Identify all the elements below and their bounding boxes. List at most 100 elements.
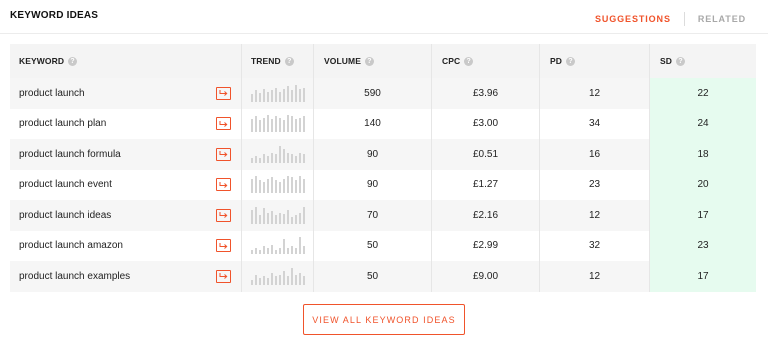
- trend-bar: [287, 115, 289, 133]
- trend-bar: [291, 153, 293, 163]
- trend-sparkline: [251, 237, 305, 255]
- keyword-cell: product launch event: [10, 169, 242, 200]
- table-row: product launch plan 140 £3.00 34 24: [10, 108, 756, 139]
- volume-cell: 50: [314, 230, 432, 261]
- help-icon[interactable]: ?: [676, 56, 686, 66]
- trend-bar: [263, 246, 265, 255]
- trend-sparkline: [251, 145, 305, 163]
- help-icon[interactable]: ?: [68, 56, 78, 66]
- trend-bar: [263, 153, 265, 163]
- trend-cell: [242, 200, 314, 231]
- view-all-keyword-ideas-button[interactable]: VIEW ALL KEYWORD IDEAS: [303, 304, 465, 335]
- trend-bar: [287, 176, 289, 194]
- column-header-volume[interactable]: VOLUME ?: [314, 44, 432, 78]
- trend-bar: [279, 118, 281, 133]
- tab-related[interactable]: RELATED: [698, 14, 746, 24]
- volume-cell: 90: [314, 169, 432, 200]
- trend-bar: [267, 248, 269, 255]
- pd-cell: 12: [540, 261, 650, 292]
- keyword-text[interactable]: product launch ideas: [19, 210, 111, 221]
- pd-cell: 32: [540, 230, 650, 261]
- column-header-keyword[interactable]: KEYWORD ?: [10, 44, 242, 78]
- trend-bar: [287, 209, 289, 224]
- sd-cell: 22: [650, 78, 756, 109]
- cpc-cell: £9.00: [432, 261, 540, 292]
- trend-bar: [287, 152, 289, 163]
- column-header-trend[interactable]: TREND ?: [242, 44, 314, 78]
- tab-bar: SUGGESTIONS RELATED: [595, 12, 746, 26]
- sd-cell: 23: [650, 230, 756, 261]
- sd-cell: 24: [650, 108, 756, 139]
- trend-bar: [283, 213, 285, 224]
- trend-bar: [267, 91, 269, 102]
- trend-bar: [271, 152, 273, 163]
- trend-bar: [251, 119, 253, 133]
- column-label-pd: PD: [550, 56, 563, 66]
- trend-bar: [279, 145, 281, 163]
- pd-cell: 23: [540, 169, 650, 200]
- arrow-turn-right-icon[interactable]: [216, 208, 231, 222]
- trend-bar: [263, 118, 265, 133]
- arrow-turn-right-icon[interactable]: [216, 239, 231, 253]
- trend-bar: [267, 277, 269, 285]
- trend-bar: [291, 89, 293, 102]
- trend-bar: [271, 210, 273, 224]
- trend-bar: [295, 119, 297, 133]
- trend-bar: [251, 93, 253, 102]
- column-header-pd[interactable]: PD ?: [540, 44, 650, 78]
- trend-bar: [283, 120, 285, 133]
- trend-bar: [303, 87, 305, 102]
- arrow-turn-right-icon[interactable]: [216, 269, 231, 283]
- table-row: product launch formula 90 £0.51 16 18: [10, 139, 756, 170]
- column-label-sd: SD: [660, 56, 673, 66]
- keyword-text[interactable]: product launch amazon: [19, 240, 123, 251]
- trend-bar: [251, 279, 253, 285]
- trend-bar: [259, 92, 261, 102]
- trend-bar: [303, 153, 305, 163]
- column-header-sd[interactable]: SD ?: [650, 44, 756, 78]
- help-icon[interactable]: ?: [284, 56, 294, 66]
- trend-bar: [251, 250, 253, 255]
- trend-bar: [299, 118, 301, 133]
- table-row: product launch event 90 £1.27 23 20: [10, 169, 756, 200]
- tab-suggestions[interactable]: SUGGESTIONS: [595, 14, 671, 24]
- trend-bar: [271, 272, 273, 285]
- column-header-cpc[interactable]: CPC ?: [432, 44, 540, 78]
- trend-bar: [271, 119, 273, 133]
- trend-bar: [295, 155, 297, 163]
- keyword-text[interactable]: product launch plan: [19, 118, 106, 129]
- arrow-turn-right-icon[interactable]: [216, 178, 231, 192]
- trend-bar: [255, 248, 257, 255]
- trend-bar: [255, 176, 257, 194]
- help-icon[interactable]: ?: [566, 56, 576, 66]
- trend-bar: [295, 248, 297, 255]
- column-label-volume: VOLUME: [324, 56, 361, 66]
- trend-bar: [299, 176, 301, 194]
- trend-bar: [291, 246, 293, 255]
- trend-bar: [279, 91, 281, 102]
- trend-bar: [255, 155, 257, 163]
- trend-bar: [255, 89, 257, 102]
- arrow-turn-right-icon[interactable]: [216, 147, 231, 161]
- help-icon[interactable]: ?: [464, 56, 474, 66]
- keyword-text[interactable]: product launch: [19, 88, 85, 99]
- trend-bar: [291, 216, 293, 224]
- pd-cell: 12: [540, 78, 650, 109]
- trend-bar: [271, 177, 273, 194]
- keyword-text[interactable]: product launch formula: [19, 149, 121, 160]
- arrow-turn-right-icon[interactable]: [216, 117, 231, 131]
- trend-cell: [242, 139, 314, 170]
- keyword-text[interactable]: product launch examples: [19, 271, 130, 282]
- trend-cell: [242, 261, 314, 292]
- help-icon[interactable]: ?: [364, 56, 374, 66]
- keyword-text[interactable]: product launch event: [19, 179, 112, 190]
- arrow-turn-right-icon[interactable]: [216, 86, 231, 100]
- footer-actions: VIEW ALL KEYWORD IDEAS: [0, 304, 768, 335]
- trend-bar: [295, 214, 297, 224]
- trend-bar: [295, 180, 297, 194]
- trend-bar: [303, 179, 305, 194]
- trend-bar: [275, 275, 277, 285]
- trend-cell: [242, 78, 314, 109]
- keyword-cell: product launch ideas: [10, 200, 242, 231]
- keyword-cell: product launch: [10, 78, 242, 109]
